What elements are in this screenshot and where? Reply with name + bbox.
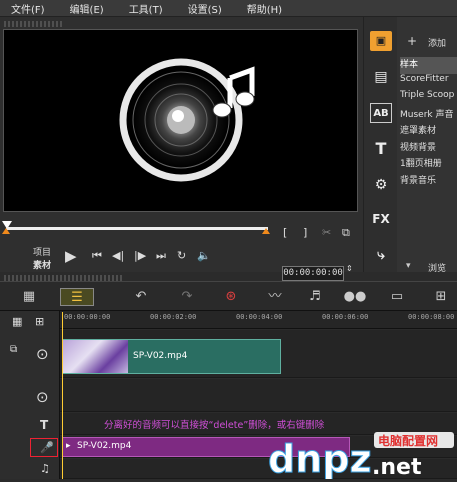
repeat-icon[interactable]: ↻ <box>177 249 186 262</box>
overlay-track-icon: ⊙ <box>36 388 49 406</box>
mode-project[interactable]: 项目 <box>33 245 51 258</box>
browse-icon[interactable]: ▾ <box>406 261 411 271</box>
svg-text:dnpz: dnpz <box>268 437 372 479</box>
library-list: 样本 ScoreFitter Triple Scoop Muserk 声音 遮罩… <box>400 57 457 189</box>
library-panel: ▣ ▤ AB T ⚙ FX ⤷ + 添加 样本 ScoreFitter Trip… <box>363 17 457 274</box>
prev-frame-icon[interactable]: ◀| <box>112 249 124 262</box>
mark-in-icon[interactable]: [ <box>283 226 287 239</box>
next-frame-icon[interactable]: |▶ <box>134 249 146 262</box>
timeline-toolbar: ▦ ☰ ↶ ↷ ⊛ 〰 ♬ ●● ▭ ⊞ <box>0 281 457 311</box>
svg-text:电脑配置网: 电脑配置网 <box>378 433 438 448</box>
auto-music-icon[interactable]: ♬ <box>304 288 326 306</box>
preview-panel: [ ] ✂ ⧉ 项目 素材 ▶ ⏮ ◀| |▶ ⏭ ↻ 🔈 00:00:00:0… <box>0 17 363 281</box>
media-icon[interactable]: ▣ <box>370 31 392 51</box>
video-track-lock-icon[interactable]: ⧉ <box>10 344 17 355</box>
ruler-tick: 00:00:06:00 <box>322 313 369 321</box>
audio-clip-label: SP-V02.mp4 <box>77 441 132 451</box>
library-item[interactable]: Triple Scoop <box>400 90 457 107</box>
go-start-icon[interactable]: ⏮ <box>92 249 102 263</box>
subtitle-icon[interactable]: ▭ <box>386 288 408 306</box>
title-track-icon: T <box>40 418 49 432</box>
record-capture-icon[interactable]: ⊛ <box>220 288 242 306</box>
library-tabs: ▣ ▤ AB T ⚙ FX ⤷ <box>364 17 397 272</box>
storyboard-view-icon[interactable]: ▦ <box>18 288 40 306</box>
audio-clip-speaker-icon: ▸ <box>66 441 71 451</box>
video-clip-label: SP-V02.mp4 <box>133 351 188 361</box>
library-item[interactable]: 背景音乐 <box>400 173 457 190</box>
menu-edit[interactable]: 编辑(E) <box>70 1 104 16</box>
video-clip[interactable]: SP-V02.mp4 <box>62 339 281 374</box>
text-t-icon[interactable]: T <box>370 139 392 159</box>
undo-icon[interactable]: ↶ <box>132 288 150 306</box>
add-icon[interactable]: + <box>407 34 417 48</box>
library-item[interactable]: Muserk 声音 <box>400 107 457 124</box>
menu-bar: 文件(F) 编辑(E) 工具(T) 设置(S) 帮助(H) <box>0 0 457 17</box>
multi-view-icon[interactable]: ⊞ <box>430 288 452 306</box>
playhead[interactable] <box>62 312 63 479</box>
audio-mixer-icon[interactable]: 〰 <box>264 288 286 306</box>
play-icon[interactable]: ▶ <box>65 247 77 265</box>
instant-project-icon[interactable]: ▤ <box>370 67 392 87</box>
fx-icon[interactable]: FX <box>370 209 392 229</box>
overlay-track[interactable] <box>60 379 457 412</box>
ruler-tick: 00:00:08:00 <box>408 313 455 321</box>
dnpz-logo: dnpz .net 电脑配置网 <box>268 432 454 482</box>
library-item[interactable]: 1翻页相册 <box>400 156 457 173</box>
timecode-display[interactable]: 00:00:00:00 <box>282 266 344 281</box>
volume-icon[interactable]: 🔈 <box>197 249 211 262</box>
voice-track-highlight <box>30 438 58 457</box>
copy-icon[interactable]: ⧉ <box>342 226 350 240</box>
trim-start-marker[interactable] <box>2 228 10 234</box>
add-track-icon[interactable]: ⊞ <box>35 315 44 328</box>
browse-label[interactable]: 浏览 <box>428 261 446 274</box>
timecode-stepper-icon[interactable]: ⇕ <box>346 264 353 273</box>
split-icon[interactable]: ✂ <box>322 226 331 239</box>
svg-text:.net: .net <box>372 455 422 479</box>
ruler-tick: 00:00:00:00 <box>64 313 111 321</box>
scrubber-track[interactable] <box>6 227 268 230</box>
menu-settings[interactable]: 设置(S) <box>188 1 222 16</box>
panel-grip[interactable] <box>4 21 64 27</box>
library-item[interactable]: 遮罩素材 <box>400 123 457 140</box>
path-icon[interactable]: ⤷ <box>370 245 392 265</box>
timeline-ruler[interactable]: 00:00:00:00 00:00:02:00 00:00:04:00 00:0… <box>60 311 457 329</box>
transition-icon[interactable]: ⚙ <box>370 175 392 195</box>
timeline-view-icon[interactable]: ☰ <box>60 288 94 306</box>
library-item[interactable]: 样本 <box>400 57 457 74</box>
menu-tools[interactable]: 工具(T) <box>129 1 163 16</box>
mark-out-icon[interactable]: ] <box>303 226 307 239</box>
motion-tracking-icon[interactable]: ●● <box>342 288 368 306</box>
ruler-tick: 00:00:02:00 <box>150 313 197 321</box>
music-note-speaker-icon <box>119 58 255 182</box>
clip-thumbnail <box>63 340 128 373</box>
mode-clip[interactable]: 素材 <box>33 258 51 271</box>
annotation-hint: 分离好的音频可以直接按“delete”删除，或右键删除 <box>104 420 325 431</box>
ruler-tick: 00:00:04:00 <box>236 313 283 321</box>
add-label[interactable]: 添加 <box>428 36 446 49</box>
music-track-icon: ♫ <box>40 462 50 475</box>
site-watermark: dnpz .net 电脑配置网 <box>264 430 457 482</box>
trim-end-marker[interactable] <box>262 228 270 234</box>
redo-icon[interactable]: ↷ <box>178 288 196 306</box>
menu-help[interactable]: 帮助(H) <box>247 1 282 16</box>
track-manager-icon[interactable]: ▦ <box>12 315 22 328</box>
preview-screen <box>3 29 358 212</box>
menu-file[interactable]: 文件(F) <box>11 1 45 16</box>
library-item[interactable]: 视频背景 <box>400 140 457 157</box>
go-end-icon[interactable]: ⏭ <box>156 249 166 263</box>
title-ab-icon[interactable]: AB <box>370 103 392 123</box>
library-item[interactable]: ScoreFitter <box>400 74 457 91</box>
video-track-icon: ⊙ <box>36 345 49 363</box>
